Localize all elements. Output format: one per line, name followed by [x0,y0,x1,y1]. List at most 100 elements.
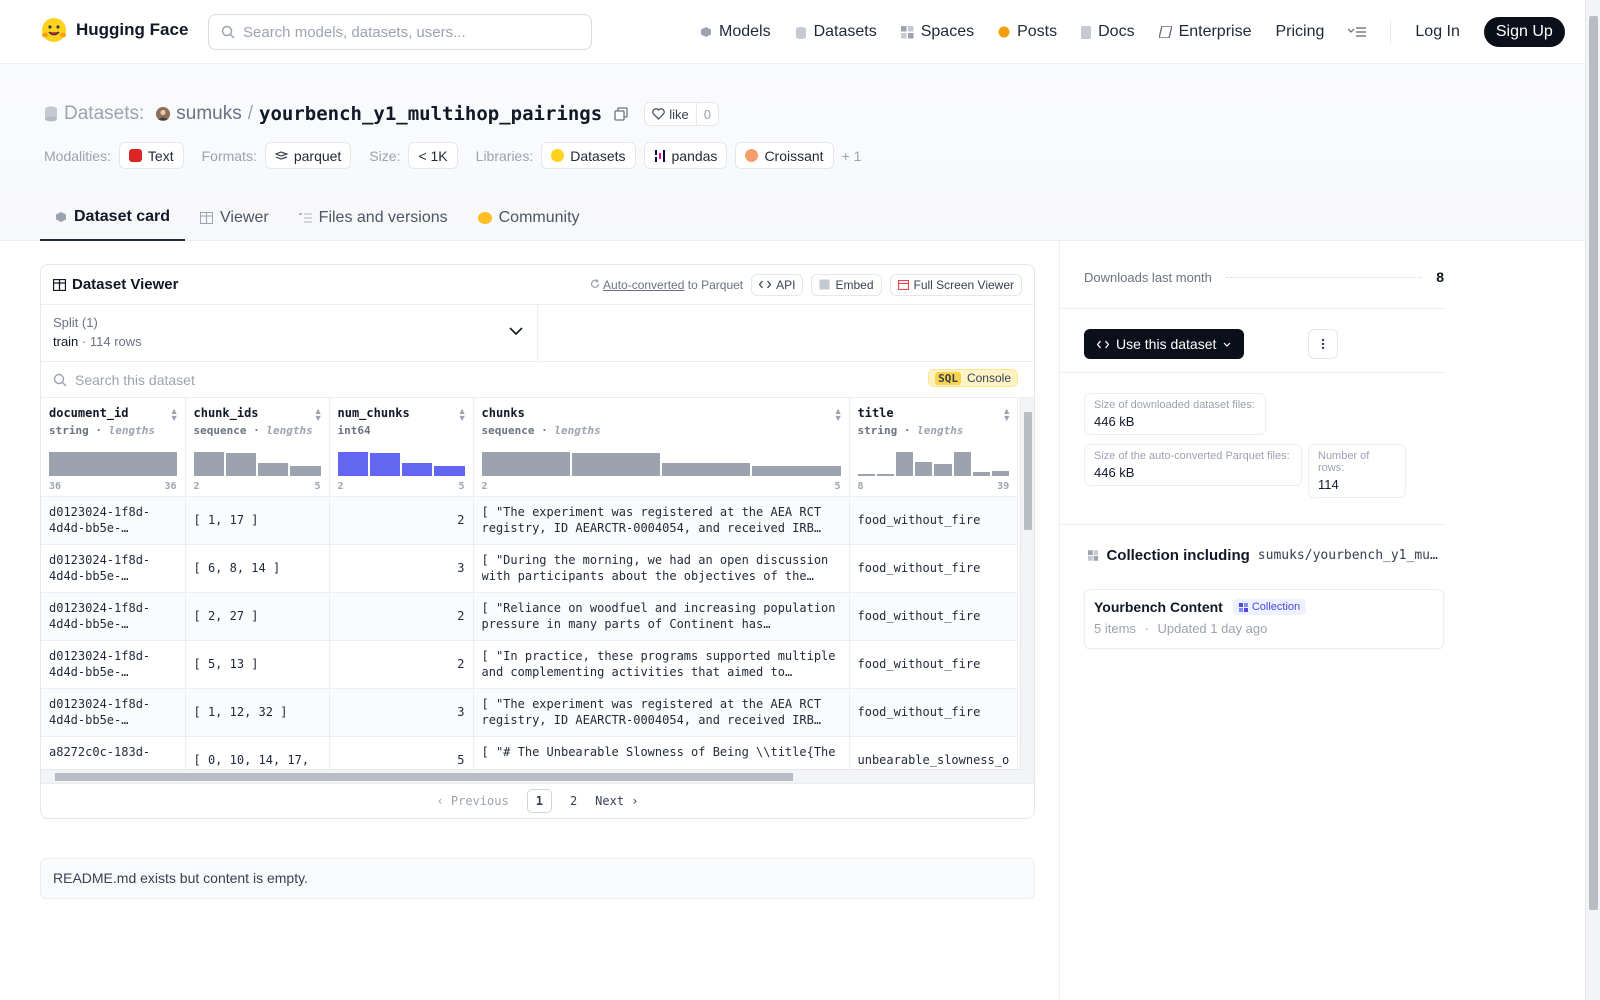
dataset-name[interactable]: yourbench_y1_multihop_pairings [259,103,602,125]
tag-croissant[interactable]: Croissant [735,142,834,169]
cell-document-id[interactable]: d0123024-1f8d-4d4d-bb5e-… [41,592,186,641]
histogram-bar[interactable] [662,462,751,476]
nav-enterprise[interactable]: Enterprise [1158,23,1251,41]
embed-button[interactable]: Embed [811,273,882,296]
histogram-bar[interactable] [953,451,971,476]
cell-chunk-ids[interactable]: [ 5, 13 ] [185,640,330,689]
histogram-bar[interactable] [193,451,224,476]
cell-document-id[interactable]: d0123024-1f8d-4d4d-bb5e-… [41,640,186,689]
collection-name[interactable]: Yourbench Content [1094,599,1223,615]
sort-icon[interactable]: ▲ ▼ [834,407,843,423]
login-link[interactable]: Log In [1415,23,1459,41]
tag-size[interactable]: < 1K [408,142,458,169]
cell-chunks[interactable]: [ "The experiment was registered at the … [473,688,850,737]
cell-num-chunks[interactable]: 2 [329,640,474,689]
tab-files[interactable]: Files and versions [284,194,463,241]
tag-datasets-lib[interactable]: Datasets [541,142,636,169]
vertical-scroll-thumb[interactable] [1024,412,1032,530]
brand-link[interactable]: Hugging Face [40,16,188,44]
horizontal-scroll-thumb[interactable] [55,773,793,781]
page-scrollbar[interactable] [1585,0,1600,1000]
cell-title[interactable]: food_without_fire [849,496,1019,545]
tag-parquet[interactable]: parquet [264,142,352,169]
histogram-bar[interactable] [225,452,256,476]
next-page-button[interactable]: Next › [595,794,638,808]
nav-models[interactable]: Models [700,23,771,41]
histogram-bar[interactable] [258,462,289,476]
page-scroll-thumb[interactable] [1589,16,1598,910]
column-header[interactable]: chunks sequence · lengths ▲ ▼ 2 5 [473,398,850,497]
column-header[interactable]: chunk_ids sequence · lengths ▲ ▼ 2 5 [185,398,330,497]
sort-icon[interactable]: ▲ ▼ [314,407,323,423]
nav-posts[interactable]: Posts [998,23,1057,41]
table-row[interactable]: d0123024-1f8d-4d4d-bb5e-…[ 6, 8, 14 ] 3[ … [41,544,1019,593]
histogram-bar[interactable] [571,452,660,476]
collection-card[interactable]: Yourbench Content Collection 5 items · U… [1084,589,1444,649]
cell-num-chunks[interactable]: 2 [329,496,474,545]
table-row[interactable]: d0123024-1f8d-4d4d-bb5e-…[ 1, 12, 32 ] 3[… [41,688,1019,737]
page-2-button[interactable]: 2 [570,794,577,808]
sort-icon[interactable]: ▲ ▼ [170,407,179,423]
cell-document-id[interactable]: d0123024-1f8d-4d4d-bb5e-… [41,544,186,593]
cell-document-id[interactable]: d0123024-1f8d-4d4d-bb5e-… [41,688,186,737]
histogram-bar[interactable] [876,473,894,476]
like-toggle[interactable]: like [645,103,697,125]
table-row[interactable]: d0123024-1f8d-4d4d-bb5e-…[ 2, 27 ] 2[ "Re… [41,592,1019,641]
cell-num-chunks[interactable]: 3 [329,688,474,737]
tag-text[interactable]: Text [118,142,184,169]
horizontal-scrollbar[interactable] [41,769,1022,783]
cell-document-id[interactable]: d0123024-1f8d-4d4d-bb5e-… [41,496,186,545]
histogram-bar[interactable] [915,461,933,476]
histogram-bar[interactable] [857,473,875,476]
more-menu-button[interactable] [1348,26,1367,38]
histogram-bar[interactable] [972,471,990,476]
tab-dataset-card[interactable]: Dataset card [40,194,186,241]
more-tags[interactable]: + 1 [842,148,862,164]
histogram-bar[interactable] [752,465,841,476]
column-header[interactable]: document_id string · lengths ▲ ▼ 36 36 [41,398,186,497]
cell-chunks[interactable]: [ "In practice, these programs supported… [473,640,850,689]
table-row[interactable]: d0123024-1f8d-4d4d-bb5e-…[ 1, 17 ] 2[ "Th… [41,496,1019,545]
histogram-bar[interactable] [369,452,400,476]
breadcrumb-user[interactable]: sumuks [176,103,241,125]
sort-icon[interactable]: ▲ ▼ [458,407,467,423]
cell-title[interactable]: food_without_fire [849,544,1019,593]
nav-spaces[interactable]: Spaces [900,23,974,41]
histogram-bar[interactable] [290,465,321,476]
previous-page-button[interactable]: ‹ Previous [436,794,508,808]
more-options-button[interactable] [1308,329,1338,359]
cell-chunk-ids[interactable]: [ 1, 17 ] [185,496,330,545]
cell-num-chunks[interactable]: 3 [329,544,474,593]
column-header[interactable]: num_chunks int64 ▲ ▼ 2 5 [329,398,474,497]
split-selector[interactable]: Split (1) train · 114 rows [41,305,538,361]
use-this-dataset-button[interactable]: Use this dataset [1084,329,1245,359]
like-button[interactable]: like 0 [644,102,719,126]
copy-icon[interactable] [614,107,628,121]
sql-console-button[interactable]: SQL Console [928,369,1018,387]
histogram-bar[interactable] [991,470,1010,476]
api-button[interactable]: API [751,273,804,296]
histogram-bar[interactable] [434,465,465,476]
vertical-scrollbar[interactable] [1020,398,1034,783]
dataset-search-input[interactable]: Search this dataset SQL Console [41,362,1034,398]
histogram-bar[interactable] [337,451,368,476]
auto-converted-link[interactable]: Auto-converted [603,278,684,292]
histogram-bar[interactable] [481,451,570,476]
nav-datasets[interactable]: Datasets [795,23,877,41]
global-search-input[interactable]: Search models, datasets, users... [208,14,592,50]
nav-docs[interactable]: Docs [1081,23,1135,41]
cell-title[interactable]: food_without_fire [849,592,1019,641]
cell-chunks[interactable]: [ "The experiment was registered at the … [473,496,850,545]
cell-title[interactable]: food_without_fire [849,688,1019,737]
full-screen-viewer-button[interactable]: Full Screen Viewer [889,273,1022,296]
cell-num-chunks[interactable]: 2 [329,592,474,641]
cell-chunk-ids[interactable]: [ 6, 8, 14 ] [185,544,330,593]
cell-chunks[interactable]: [ "During the morning, we had an open di… [473,544,850,593]
table-row[interactable]: d0123024-1f8d-4d4d-bb5e-…[ 5, 13 ] 2[ "In… [41,640,1019,689]
histogram-bar[interactable] [934,463,952,476]
breadcrumb-datasets[interactable]: Datasets: [64,103,144,125]
tab-community[interactable]: Community [463,194,595,241]
like-count[interactable]: 0 [697,107,718,122]
tag-pandas[interactable]: pandas [643,142,728,169]
nav-pricing[interactable]: Pricing [1275,23,1324,41]
